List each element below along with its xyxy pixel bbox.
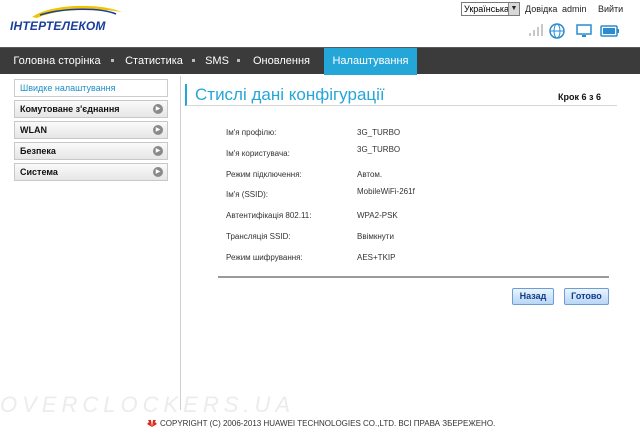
sidebar-item-dialup[interactable]: Комутоване з'єднання ▶ <box>14 100 168 118</box>
summary-value-profile: 3G_TURBO <box>357 128 401 137</box>
signal-icon <box>529 24 543 36</box>
summary-value-ssid: MobileWiFi-261f <box>357 187 415 196</box>
chevron-right-icon: ▶ <box>153 146 163 156</box>
summary-label-auth: Автентифікація 802.11: <box>226 211 312 220</box>
tab-updates[interactable]: Оновлення <box>242 48 321 75</box>
summary-value-username: 3G_TURBO <box>357 145 401 154</box>
battery-icon <box>600 25 619 37</box>
user-link[interactable]: admin <box>562 4 587 14</box>
sidebar-item-security[interactable]: Безпека ▶ <box>14 142 168 160</box>
sidebar-item-label: Система <box>20 167 58 177</box>
watermark: OVERCLOCKERS.UA <box>0 392 296 417</box>
nav-separator <box>237 59 240 62</box>
nav-separator <box>111 59 114 62</box>
page-title: Стислі дані конфігурації <box>195 85 385 104</box>
summary-value-auth: WPA2-PSK <box>357 211 398 220</box>
tab-settings[interactable]: Налаштування <box>324 48 417 75</box>
header: ІНТЕРТЕЛЕКОМ Українська ▼ Довідка admin … <box>0 0 640 46</box>
globe-icon <box>549 23 565 39</box>
sidebar: Швидке налаштування Комутоване з'єднання… <box>14 79 168 184</box>
back-button[interactable]: Назад <box>512 288 554 305</box>
vertical-divider <box>180 76 181 410</box>
logout-link[interactable]: Вийти <box>598 4 623 14</box>
footer-copyright: COPYRIGHT (C) 2006-2013 HUAWEI TECHNOLOG… <box>160 419 496 428</box>
sidebar-item-system[interactable]: Система ▶ <box>14 163 168 181</box>
summary-label-encryption: Режим шифрування: <box>226 253 303 262</box>
sidebar-item-label: WLAN <box>20 125 47 135</box>
summary-value-encryption: AES+TKIP <box>357 253 396 262</box>
main-nav: Головна сторінка Статистика SMS Оновленн… <box>0 47 640 75</box>
nav-separator <box>192 59 195 62</box>
chevron-right-icon: ▶ <box>153 104 163 114</box>
page-title-bar: Стислі дані конфігурації Крок 6 з 6 <box>185 84 617 106</box>
language-select[interactable]: Українська ▼ <box>461 2 520 16</box>
logo: ІНТЕРТЕЛЕКОМ <box>4 4 124 42</box>
logo-text: ІНТЕРТЕЛЕКОМ <box>10 19 106 33</box>
done-button[interactable]: Готово <box>564 288 609 305</box>
summary-label-username: Ім'я користувача: <box>226 149 290 158</box>
step-indicator: Крок 6 з 6 <box>558 92 601 102</box>
dropdown-arrow-icon[interactable]: ▼ <box>508 3 519 15</box>
summary-label-profile: Ім'я профілю: <box>226 128 277 137</box>
sidebar-item-label: Швидке налаштування <box>20 83 116 93</box>
tab-statistics[interactable]: Статистика <box>116 48 192 75</box>
sidebar-item-quick-setup[interactable]: Швидке налаштування <box>14 79 168 97</box>
sidebar-item-label: Комутоване з'єднання <box>20 104 120 114</box>
tab-sms[interactable]: SMS <box>197 48 237 75</box>
tab-home[interactable]: Головна сторінка <box>3 48 111 75</box>
sidebar-item-label: Безпека <box>20 146 56 156</box>
huawei-logo-icon <box>147 420 157 427</box>
summary-divider <box>218 276 609 278</box>
summary-label-ssid: Ім'я (SSID): <box>226 190 269 199</box>
help-link[interactable]: Довідка <box>525 4 557 14</box>
summary-label-ssid-broadcast: Трансляція SSID: <box>226 232 291 241</box>
chevron-right-icon: ▶ <box>153 125 163 135</box>
chevron-right-icon: ▶ <box>153 167 163 177</box>
summary-value-connection-mode: Автом. <box>357 170 383 179</box>
summary-value-ssid-broadcast: Ввімкнути <box>357 232 394 241</box>
language-value: Українська <box>464 4 510 14</box>
sidebar-item-wlan[interactable]: WLAN ▶ <box>14 121 168 139</box>
monitor-icon <box>576 24 592 37</box>
summary-label-connection-mode: Режим підключення: <box>226 170 302 179</box>
